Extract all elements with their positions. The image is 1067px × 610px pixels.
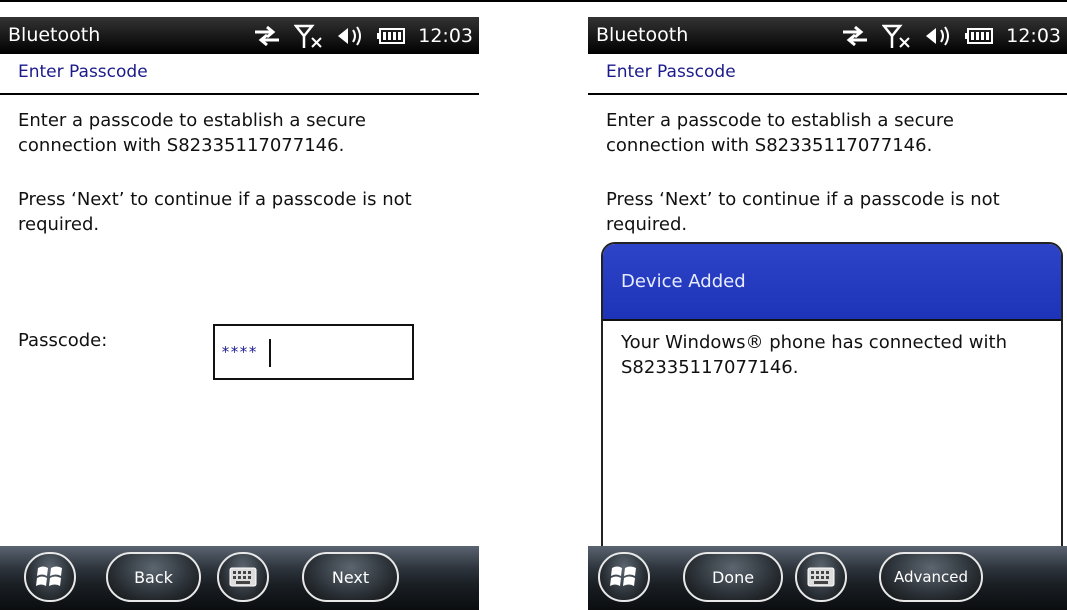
top-border <box>0 0 1067 2</box>
windows-start-icon <box>609 564 639 590</box>
status-bar: Bluetooth 12:03 <box>588 17 1067 54</box>
instruction-text: Enter a passcode to establish a secure c… <box>606 110 954 156</box>
start-button[interactable] <box>24 552 76 602</box>
soft-key-bar: Done Advanced <box>588 546 1067 610</box>
passcode-label: Passcode: <box>18 330 108 351</box>
phone-screen-passcode: Bluetooth 12:03 Enter Passcode Enter a p… <box>0 17 479 610</box>
volume-icon <box>924 25 952 47</box>
keyboard-icon <box>229 567 257 587</box>
start-button[interactable] <box>598 552 650 602</box>
status-icons: 12:03 <box>252 17 473 54</box>
keyboard-button[interactable] <box>795 552 847 602</box>
no-signal-icon <box>882 23 912 49</box>
advanced-button[interactable]: Advanced <box>879 552 983 602</box>
next-button[interactable]: Next <box>302 552 399 602</box>
done-button[interactable]: Done <box>683 552 783 602</box>
skip-hint-text: Press ‘Next’ to continue if a passcode i… <box>18 189 412 235</box>
phone-screen-device-added: Bluetooth 12:03 Enter Passcode Enter a p… <box>588 17 1067 610</box>
status-bar: Bluetooth 12:03 <box>0 17 479 54</box>
page-title: Enter Passcode <box>606 62 736 82</box>
passcode-input[interactable] <box>213 324 414 380</box>
dialog-title: Device Added <box>621 271 746 292</box>
volume-icon <box>336 25 364 47</box>
app-title: Bluetooth <box>596 24 689 46</box>
clock: 12:03 <box>418 24 473 47</box>
windows-start-icon <box>35 564 65 590</box>
sync-arrows-icon <box>252 25 282 47</box>
dialog-header: Device Added <box>603 244 1061 321</box>
instruction-text: Enter a passcode to establish a secure c… <box>18 110 366 156</box>
dialog-message: Your Windows® phone has connected with S… <box>621 332 1007 378</box>
battery-icon <box>376 27 406 45</box>
page-title: Enter Passcode <box>18 62 148 82</box>
battery-icon <box>964 27 994 45</box>
keyboard-button[interactable] <box>217 552 269 602</box>
back-button[interactable]: Back <box>106 552 201 602</box>
skip-hint-text: Press ‘Next’ to continue if a passcode i… <box>606 189 1000 235</box>
app-title: Bluetooth <box>8 24 101 46</box>
sync-arrows-icon <box>840 25 870 47</box>
soft-key-bar: Back Next <box>0 546 479 610</box>
clock: 12:03 <box>1006 24 1061 47</box>
keyboard-icon <box>807 567 835 587</box>
text-cursor <box>269 339 271 367</box>
no-signal-icon <box>294 23 324 49</box>
title-divider <box>588 93 1067 95</box>
title-divider <box>0 93 479 95</box>
status-icons: 12:03 <box>840 17 1061 54</box>
